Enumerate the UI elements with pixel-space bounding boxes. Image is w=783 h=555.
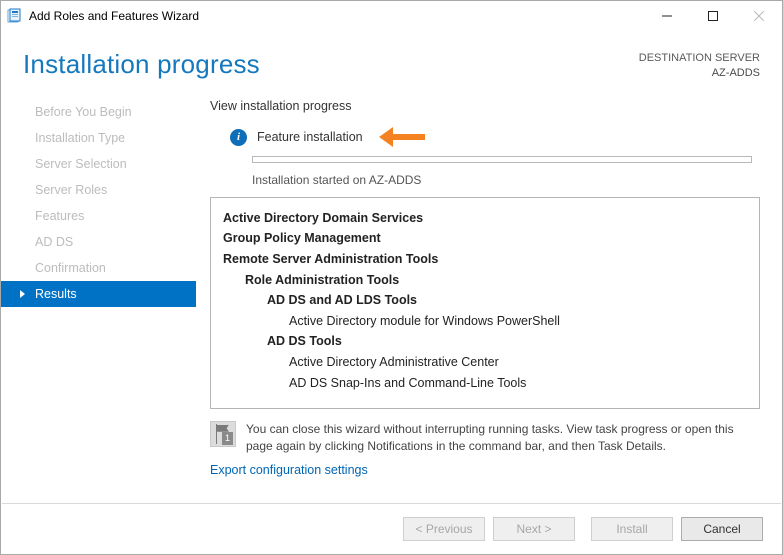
tree-item: AD DS Snap-Ins and Command-Line Tools <box>223 373 747 394</box>
minimize-button[interactable] <box>644 1 690 31</box>
close-button <box>736 1 782 31</box>
sidebar-item-server-selection: Server Selection <box>1 151 196 177</box>
tree-item: Role Administration Tools <box>223 270 747 291</box>
note-text: You can close this wizard without interr… <box>246 421 760 456</box>
info-icon: i <box>230 129 247 146</box>
tree-item: Remote Server Administration Tools <box>223 249 747 270</box>
cancel-button[interactable]: Cancel <box>681 517 763 541</box>
sidebar-item-confirmation: Confirmation <box>1 255 196 281</box>
sidebar-item-installation-type: Installation Type <box>1 125 196 151</box>
section-title: View installation progress <box>210 99 760 113</box>
status-text: Feature installation <box>257 130 363 144</box>
flag-icon <box>210 421 236 447</box>
info-note: You can close this wizard without interr… <box>210 421 760 456</box>
window-title: Add Roles and Features Wizard <box>29 9 199 23</box>
header: Installation progress DESTINATION SERVER… <box>1 31 782 99</box>
installation-started-text: Installation started on AZ-ADDS <box>252 173 760 187</box>
tree-item: AD DS and AD LDS Tools <box>223 290 747 311</box>
main-content: View installation progress i Feature ins… <box>196 99 782 491</box>
sidebar-item-before-you-begin: Before You Begin <box>1 99 196 125</box>
feature-tree: Active Directory Domain Services Group P… <box>210 197 760 409</box>
destination-label: DESTINATION SERVER <box>639 51 760 66</box>
destination-value: AZ-ADDS <box>639 66 760 81</box>
maximize-button[interactable] <box>690 1 736 31</box>
tree-item: AD DS Tools <box>223 331 747 352</box>
progress-bar <box>252 156 752 163</box>
app-icon <box>7 8 23 24</box>
sidebar-item-results[interactable]: Results <box>1 281 196 307</box>
install-button: Install <box>591 517 673 541</box>
tree-item: Active Directory Domain Services <box>223 208 747 229</box>
destination-server: DESTINATION SERVER AZ-ADDS <box>639 49 760 81</box>
tree-item: Group Policy Management <box>223 228 747 249</box>
footer: < Previous Next > Install Cancel <box>2 503 781 553</box>
previous-button: < Previous <box>403 517 485 541</box>
sidebar-item-server-roles: Server Roles <box>1 177 196 203</box>
titlebar: Add Roles and Features Wizard <box>1 1 782 31</box>
sidebar-item-ad-ds: AD DS <box>1 229 196 255</box>
tree-item: Active Directory module for Windows Powe… <box>223 311 747 332</box>
next-button: Next > <box>493 517 575 541</box>
page-title: Installation progress <box>23 49 260 80</box>
sidebar-item-features: Features <box>1 203 196 229</box>
sidebar: Before You Begin Installation Type Serve… <box>1 99 196 491</box>
highlight-arrow-icon <box>379 130 431 144</box>
export-config-link[interactable]: Export configuration settings <box>210 463 368 477</box>
tree-item: Active Directory Administrative Center <box>223 352 747 373</box>
status-row: i Feature installation <box>230 129 760 146</box>
